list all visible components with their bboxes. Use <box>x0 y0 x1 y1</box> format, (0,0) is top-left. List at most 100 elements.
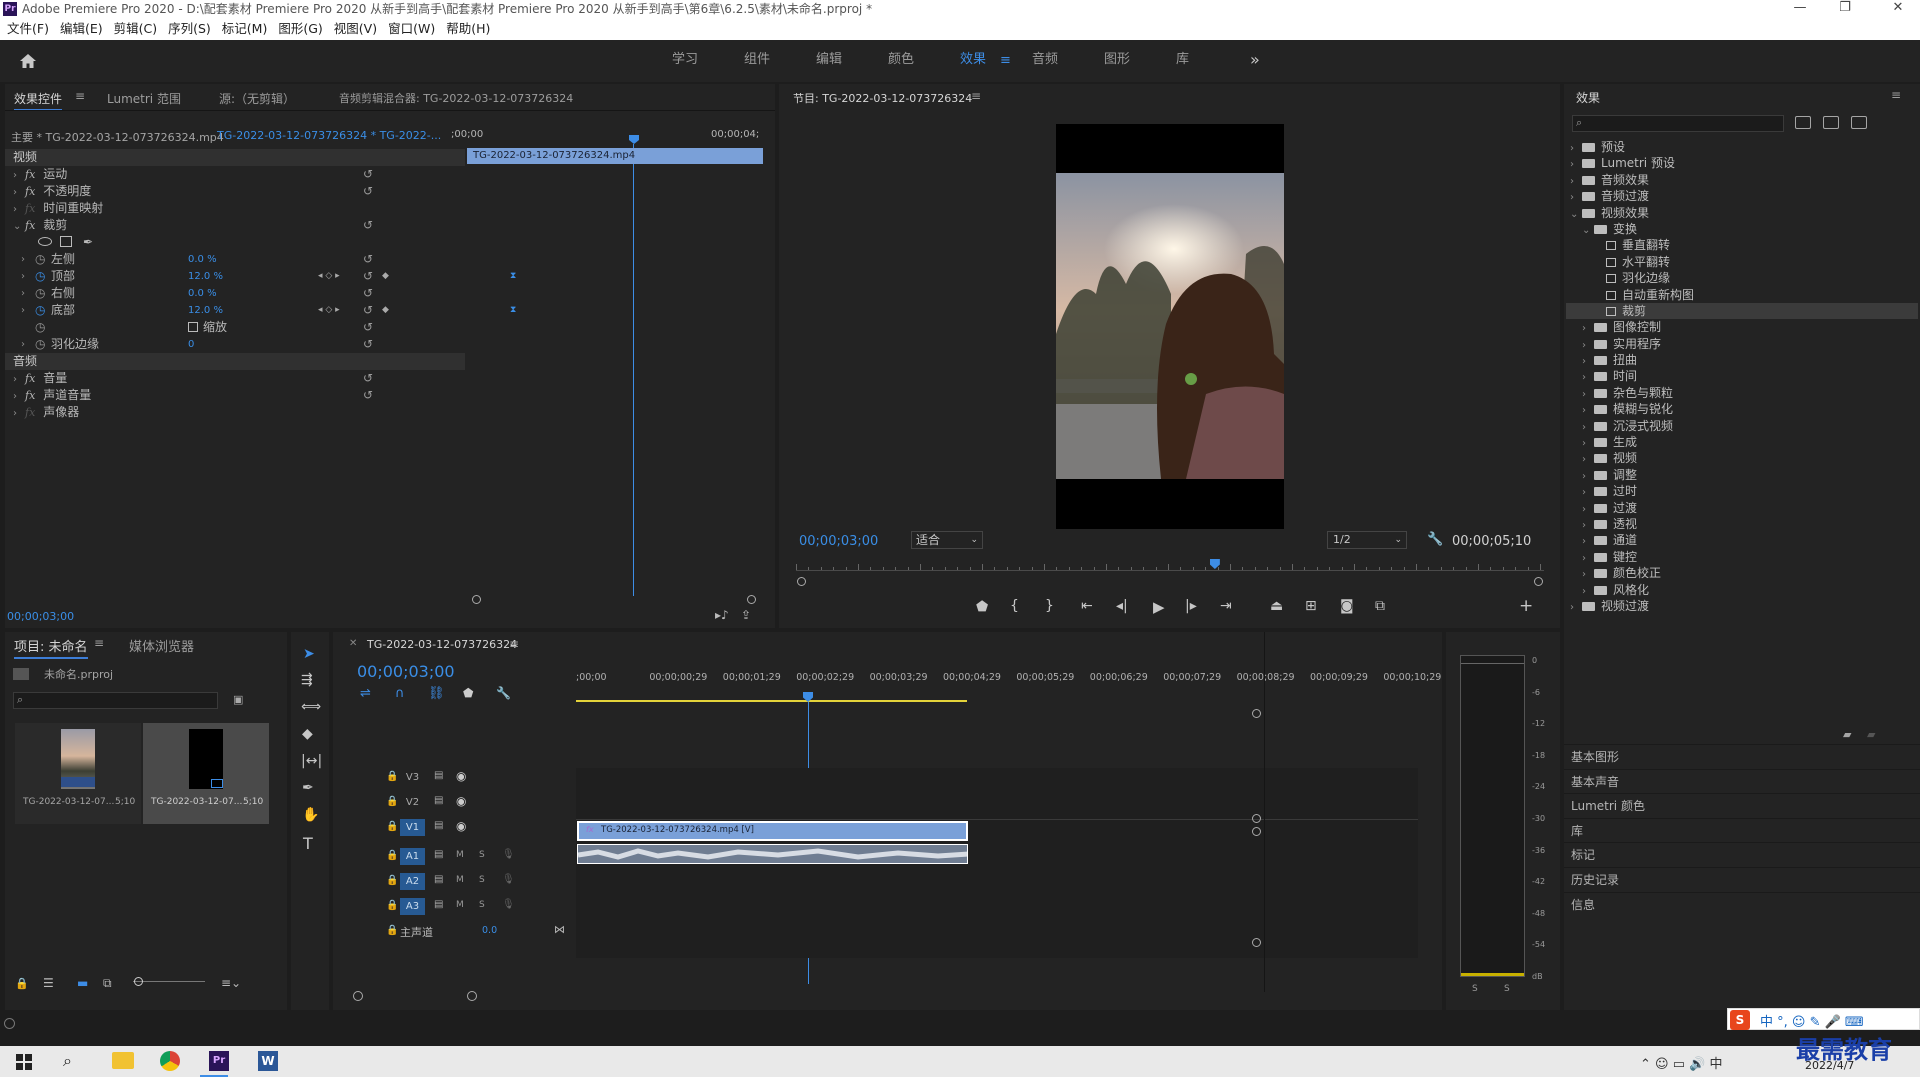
sync-lock-icon[interactable]: ▤ <box>434 820 443 831</box>
lock-track-icon[interactable]: 🔒 <box>386 875 398 886</box>
chevron-down-icon[interactable]: ⌄ <box>1582 223 1590 239</box>
crop-param-row[interactable]: ◷ 缩放 ↺ <box>5 319 465 336</box>
video-clip-v1[interactable]: fx TG-2022-03-12-073726324.mp4 [V] <box>577 821 968 841</box>
track-target-button[interactable]: V3 <box>400 769 425 786</box>
crop-param-row[interactable]: › ◷ 顶部 12.0 % ◂ ◇ ▸ ◆ ⧗ ↺ <box>5 268 516 285</box>
stopwatch-icon[interactable]: ◷ <box>35 268 45 285</box>
lock-track-icon[interactable]: 🔒 <box>386 771 398 782</box>
keyframe-nav-icon[interactable]: ◂ ◇ ▸ <box>318 268 340 285</box>
track-target-button[interactable]: V1 <box>400 819 425 836</box>
ec-play-audio-icon[interactable]: ▸♪ <box>715 608 729 622</box>
chevron-right-icon[interactable]: › <box>13 388 21 405</box>
solo-button[interactable]: S <box>479 900 485 910</box>
fx-toggle-icon[interactable]: fx <box>25 372 35 385</box>
close-tab-icon[interactable]: ✕ <box>349 638 357 649</box>
effects-folder[interactable]: › 过时 <box>1566 483 1918 499</box>
effect-row[interactable]: › fx 不透明度 ↺ <box>5 183 465 200</box>
track-select-tool-icon[interactable]: ⇶ <box>301 672 313 688</box>
master-volume-value[interactable]: 0.0 <box>482 925 497 936</box>
param-value[interactable]: 12.0 % <box>188 268 223 285</box>
menu-sequence[interactable]: 序列(S) <box>168 18 211 40</box>
solo-left-button[interactable]: S <box>1472 984 1478 994</box>
panel-menu-icon[interactable]: ≡ <box>75 89 85 103</box>
insert-overwrite-sequences-icon[interactable]: ⇌ <box>360 686 371 701</box>
workspace-menu-icon[interactable]: ≡ <box>1000 53 1011 68</box>
collapsed-panel-section[interactable]: Lumetri 颜色 <box>1564 793 1920 818</box>
workspace-tab-assembly[interactable]: 组件 <box>744 40 770 82</box>
effect-item[interactable]: 自动重新构图 <box>1566 287 1918 303</box>
effects-folder[interactable]: › 音频效果 <box>1566 172 1918 188</box>
mute-button[interactable]: M <box>456 900 464 910</box>
reset-icon[interactable]: ↺ <box>363 285 373 302</box>
menu-edit[interactable]: 编辑(E) <box>60 18 103 40</box>
reset-icon[interactable]: ↺ <box>363 387 373 404</box>
effects-folder[interactable]: › 音频过渡 <box>1566 188 1918 204</box>
collapsed-panel-section[interactable]: 历史记录 <box>1564 866 1920 892</box>
effects-search-input[interactable]: ⌕ <box>1572 115 1784 132</box>
reset-icon[interactable]: ↺ <box>363 302 373 319</box>
fx-toggle-icon[interactable]: fx <box>25 389 35 402</box>
program-zoom-start-handle[interactable] <box>797 577 806 586</box>
keyframe-icon[interactable]: ⧗ <box>510 268 516 285</box>
go-to-end-icon[interactable]: ⋈ <box>554 923 565 936</box>
crop-param-row[interactable]: › ◷ 左侧 0.0 % ↺ <box>5 251 465 268</box>
chevron-right-icon[interactable]: › <box>21 285 29 302</box>
minimize-button[interactable]: — <box>1780 0 1820 18</box>
effects-folder[interactable]: › 风格化 <box>1566 582 1918 598</box>
effects-folder[interactable]: › 颜色校正 <box>1566 565 1918 581</box>
tab-lumetri-scopes[interactable]: Lumetri 范围 <box>107 90 181 107</box>
comparison-view-icon[interactable]: ⧉ <box>1375 598 1385 614</box>
fx-toggle-icon[interactable]: fx <box>25 406 35 419</box>
tab-media-browser[interactable]: 媒体浏览器 <box>129 636 194 655</box>
workspace-more-button[interactable]: » <box>1250 40 1260 82</box>
razor-tool-icon[interactable]: ◆ <box>302 726 313 742</box>
workspace-tab-effects[interactable]: 效果 <box>960 40 986 82</box>
timeline-ruler[interactable]: ;00;00 00;00;00;29 00;00;01;29 00;00;02;29 0… <box>576 672 1441 692</box>
reset-icon[interactable]: ↺ <box>363 217 373 234</box>
effects-folder[interactable]: › 生成 <box>1566 434 1918 450</box>
sync-lock-icon[interactable]: ▤ <box>434 770 443 781</box>
lock-track-icon[interactable]: 🔒 <box>386 925 398 936</box>
new-search-bin-icon[interactable]: ▣ <box>233 693 243 706</box>
effect-row[interactable]: › fx 音量 ↺ <box>5 370 465 387</box>
work-area-bar[interactable] <box>576 700 967 702</box>
crop-param-row[interactable]: › ◷ 底部 12.0 % ◂ ◇ ▸ ◆ ⧗ ↺ <box>5 302 516 319</box>
crop-param-row[interactable]: › ◷ 羽化边缘 0 ↺ <box>5 336 465 353</box>
chevron-right-icon[interactable]: › <box>13 405 21 422</box>
reset-icon[interactable]: ↺ <box>363 251 373 268</box>
sync-lock-icon[interactable]: ▤ <box>434 874 443 885</box>
v-scroll-top-handle[interactable] <box>1252 709 1261 718</box>
reset-icon[interactable]: ↺ <box>363 183 373 200</box>
effects-folder[interactable]: › 实用程序 <box>1566 336 1918 352</box>
param-value[interactable]: 0.0 % <box>188 285 217 302</box>
stopwatch-icon[interactable]: ◷ <box>35 336 45 353</box>
solo-right-button[interactable]: S <box>1504 984 1510 994</box>
wrench-settings-icon[interactable]: 🔧 <box>1427 532 1443 547</box>
track-target-button[interactable]: A3 <box>400 898 425 915</box>
effects-folder[interactable]: › 图像控制 <box>1566 319 1918 335</box>
resolution-select[interactable]: 1/2 ⌄ <box>1327 531 1407 549</box>
effect-row[interactable]: › fx 运动 ↺ <box>5 166 465 183</box>
add-button-icon[interactable]: + <box>1519 596 1533 616</box>
effects-folder[interactable]: › Lumetri 预设 <box>1566 155 1918 171</box>
go-to-out-icon[interactable]: ⇥ <box>1220 598 1232 614</box>
menu-view[interactable]: 视图(V) <box>334 18 377 40</box>
lock-track-icon[interactable]: 🔒 <box>386 850 398 861</box>
solo-button[interactable]: S <box>479 850 485 860</box>
reset-icon[interactable]: ↺ <box>363 166 373 183</box>
sequence-clip-label[interactable]: TG-2022-03-12-073726324 * TG-2022-... <box>217 129 441 142</box>
effect-row[interactable]: ⌄ fx 裁剪 ↺ <box>5 217 465 234</box>
list-view-icon[interactable]: ☰ <box>43 976 54 990</box>
add-marker-icon[interactable]: ⬟ <box>976 599 988 615</box>
param-value[interactable]: 0 <box>188 336 194 353</box>
solo-button[interactable]: S <box>479 875 485 885</box>
chevron-right-icon[interactable]: › <box>21 336 29 353</box>
sync-lock-icon[interactable]: ▤ <box>434 899 443 910</box>
effects-folder[interactable]: › 通道 <box>1566 532 1918 548</box>
collapsed-panel-section[interactable]: 信息 <box>1564 891 1920 917</box>
chevron-right-icon[interactable]: › <box>13 167 21 184</box>
chevron-right-icon[interactable]: › <box>13 371 21 388</box>
workspace-tab-editing[interactable]: 编辑 <box>816 40 842 82</box>
program-zoom-end-handle[interactable] <box>1534 577 1543 586</box>
chevron-right-icon[interactable]: › <box>21 268 29 285</box>
